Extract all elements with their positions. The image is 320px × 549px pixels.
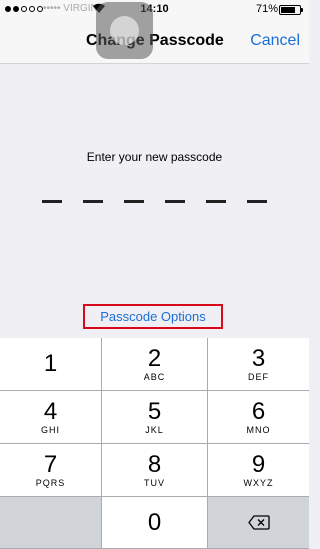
key-4[interactable]: 4 GHI	[0, 391, 101, 443]
key-0[interactable]: 0	[102, 497, 207, 548]
passcode-prompt: Enter your new passcode	[86, 150, 223, 164]
key-letters: JKL	[145, 425, 164, 435]
passcode-digit-slot	[206, 200, 226, 203]
key-digit: 5	[147, 398, 162, 425]
assistive-touch-icon[interactable]	[96, 2, 153, 59]
key-digit: 8	[147, 451, 162, 478]
key-digit: 0	[147, 509, 162, 536]
key-letters: GHI	[40, 425, 60, 435]
key-digit: 9	[251, 451, 266, 478]
passcode-digit-slot	[124, 200, 144, 203]
key-digit: 3	[251, 345, 266, 372]
key-letters: DEF	[248, 372, 269, 382]
key-letters: PQRS	[35, 478, 66, 488]
passcode-digit-slot	[247, 200, 267, 203]
key-digit: 1	[43, 350, 58, 377]
key-blank	[0, 497, 101, 548]
battery-icon	[279, 5, 303, 15]
key-1[interactable]: 1	[0, 338, 101, 390]
key-digit: 7	[43, 451, 58, 478]
cancel-button[interactable]: Cancel	[250, 32, 300, 50]
key-9[interactable]: 9 WXYZ	[208, 444, 309, 496]
key-2[interactable]: 2 ABC	[102, 338, 207, 390]
key-letters: ABC	[143, 372, 166, 382]
key-5[interactable]: 5 JKL	[102, 391, 207, 443]
delete-backspace-icon	[247, 515, 270, 530]
delete-button[interactable]	[208, 497, 309, 548]
navigation-bar: Change Passcode Cancel	[0, 20, 309, 64]
key-letters: WXYZ	[243, 478, 274, 488]
key-3[interactable]: 3 DEF	[208, 338, 309, 390]
key-6[interactable]: 6 MNO	[208, 391, 309, 443]
key-digit: 6	[251, 398, 266, 425]
key-8[interactable]: 8 TUV	[102, 444, 207, 496]
passcode-digit-slot	[83, 200, 103, 203]
key-digit: 2	[147, 345, 162, 372]
passcode-digit-slot	[165, 200, 185, 203]
battery-percent: 71%	[256, 3, 279, 15]
key-7[interactable]: 7 PQRS	[0, 444, 101, 496]
passcode-options-button[interactable]: Passcode Options	[83, 304, 223, 329]
key-letters: TUV	[144, 478, 165, 488]
passcode-digit-slot	[42, 200, 62, 203]
passcode-entry-dots	[42, 200, 267, 203]
status-bar: ••••• VIRGIN 14:10 71%	[0, 0, 309, 20]
key-letters: MNO	[246, 425, 271, 435]
key-digit: 4	[43, 398, 58, 425]
numeric-keypad: 1 2 ABC 3 DEF 4 GHI 5 JKL 6 MNO 7 PQRS 8…	[0, 338, 309, 549]
